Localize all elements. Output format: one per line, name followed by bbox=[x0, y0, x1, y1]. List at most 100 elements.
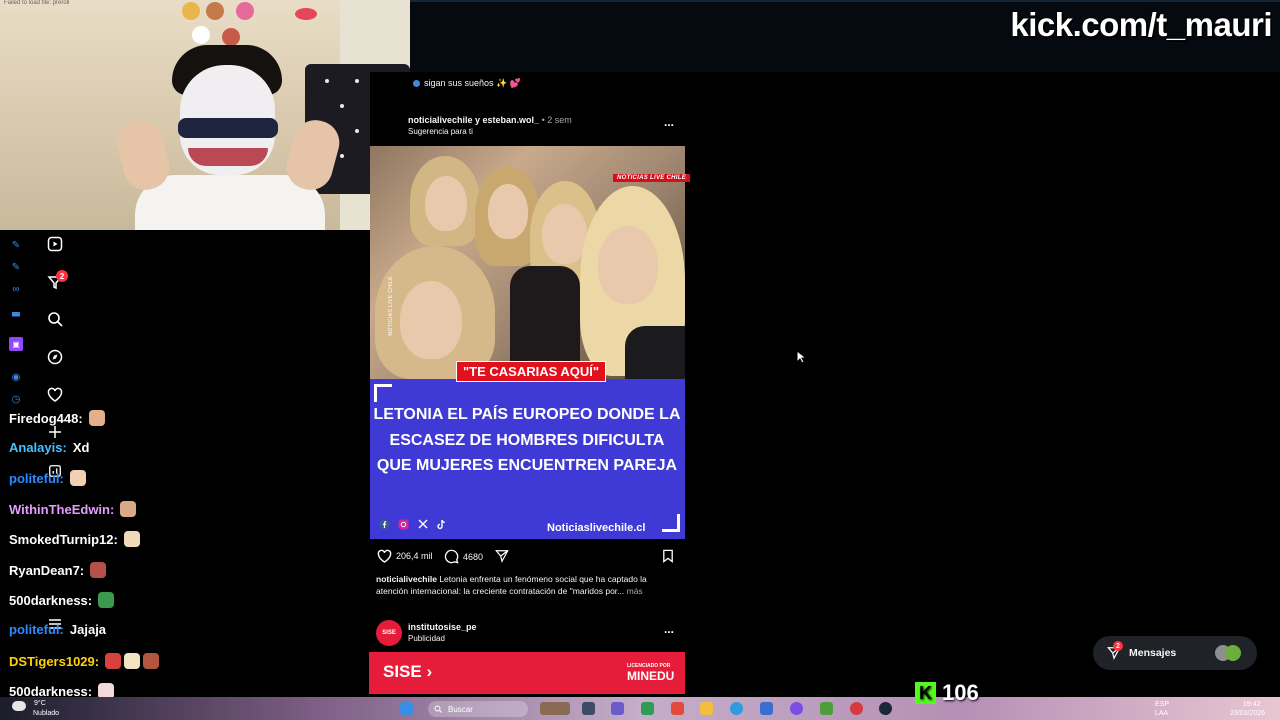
wall-sticker bbox=[236, 2, 254, 20]
chat-emote bbox=[124, 653, 141, 669]
chat-username: politeful: bbox=[9, 622, 64, 637]
taskbar-lang[interactable]: ESP bbox=[1155, 701, 1169, 708]
chat-username: Analayis: bbox=[9, 440, 67, 455]
steam-icon[interactable] bbox=[879, 702, 892, 715]
post-site: Noticiaslivechile.cl bbox=[547, 522, 646, 534]
app-icon[interactable] bbox=[820, 702, 833, 715]
search-icon[interactable] bbox=[44, 308, 66, 330]
kick-logo-icon: K bbox=[915, 682, 936, 704]
post-headline: Letonia el país europeo donde la escasez… bbox=[373, 406, 681, 474]
ad-more-icon[interactable]: ... bbox=[664, 622, 674, 636]
pin-icon[interactable]: ✎ bbox=[9, 238, 23, 252]
circle-icon[interactable]: ◉ bbox=[9, 370, 23, 384]
cloud-icon bbox=[12, 701, 26, 711]
taskbar-search[interactable]: Buscar bbox=[428, 701, 528, 717]
share-icon[interactable] bbox=[495, 549, 509, 563]
windows-taskbar bbox=[0, 697, 1280, 720]
post-suggestion: Sugerencia para ti bbox=[408, 127, 473, 136]
taskbar-search-label: Buscar bbox=[448, 704, 473, 714]
ad-label: Publicidad bbox=[408, 634, 445, 643]
chat-username: WithinTheEdwin: bbox=[9, 501, 115, 517]
folder-icon[interactable] bbox=[700, 702, 713, 715]
reels-icon[interactable] bbox=[44, 233, 66, 255]
chat-username: RyanDean7: bbox=[9, 562, 85, 578]
chat-message: 500darkness: bbox=[9, 592, 115, 608]
chat-text: Xd bbox=[72, 440, 90, 455]
chat-message: WithinTheEdwin: bbox=[9, 501, 137, 517]
like-count: 206,4 mil bbox=[396, 551, 433, 561]
chat-message: Analayis: Xd bbox=[9, 440, 89, 455]
discord-icon[interactable] bbox=[790, 702, 803, 715]
post-tagline: "TE CASARIAS AQUÍ" bbox=[456, 361, 607, 382]
post-author[interactable]: noticialivechile y esteban.wol_ bbox=[408, 115, 539, 125]
caption-more-link[interactable]: más bbox=[627, 586, 643, 596]
boat-icon[interactable]: ▃ bbox=[9, 304, 23, 318]
comment-action[interactable]: 4680 bbox=[444, 549, 483, 564]
verified-icon bbox=[413, 80, 420, 87]
windows-start-icon[interactable] bbox=[400, 702, 413, 715]
explore-icon[interactable] bbox=[44, 346, 66, 368]
chat-username: politeful: bbox=[9, 470, 64, 486]
tiktok-icon bbox=[435, 518, 447, 530]
office-icon[interactable] bbox=[671, 702, 684, 715]
teams-icon[interactable] bbox=[611, 702, 624, 715]
wall-sticker bbox=[295, 8, 317, 20]
save-icon[interactable] bbox=[662, 549, 674, 563]
frame-corner bbox=[662, 514, 680, 532]
widget-icon[interactable] bbox=[540, 702, 570, 715]
weather-desc: Nublado bbox=[33, 710, 60, 717]
story-caption-line: sigan sus sueños ✨ 💕 bbox=[413, 78, 521, 89]
chat-emote bbox=[90, 562, 107, 578]
chat-username: Firedog448: bbox=[9, 410, 83, 426]
news-tag: NOTICIAS LIVE CHILE bbox=[613, 174, 691, 182]
link-icon[interactable]: ∞ bbox=[9, 282, 23, 296]
pin-icon[interactable]: ✎ bbox=[9, 260, 23, 274]
messages-badge: 2 bbox=[1113, 641, 1123, 651]
edge-icon[interactable] bbox=[730, 702, 743, 715]
messages-button[interactable]: 2 Mensajes bbox=[1093, 636, 1257, 670]
taskbar-date: 23/03/2026 bbox=[1230, 710, 1266, 717]
chat-emote bbox=[120, 501, 137, 517]
comment-count: 4680 bbox=[463, 551, 484, 562]
viewer-count-number: 106 bbox=[942, 680, 979, 705]
twitch-icon[interactable]: ▣ bbox=[9, 337, 23, 351]
notification-badge: 2 bbox=[56, 270, 68, 282]
story-caption-text: sigan sus sueños ✨ 💕 bbox=[424, 78, 521, 88]
post-header: noticialivechile y esteban.wol_ • 2 sem bbox=[408, 115, 572, 125]
post-caption: noticialivechile Letonia enfrenta un fen… bbox=[376, 573, 681, 597]
chat-emote bbox=[88, 410, 105, 426]
heart-icon[interactable] bbox=[44, 384, 66, 406]
webcam-overlay: Failed to load file: preroll bbox=[0, 0, 410, 230]
caption-user[interactable]: noticialivechile bbox=[376, 574, 437, 584]
chat-username: DSTigers1029: bbox=[9, 653, 100, 669]
chat-message: politeful: bbox=[9, 470, 86, 486]
chat-emote bbox=[69, 470, 86, 486]
post-more-icon[interactable]: ... bbox=[664, 115, 674, 129]
chrome-icon[interactable] bbox=[850, 702, 863, 715]
taskbar-time[interactable]: 19:42 bbox=[1243, 701, 1261, 708]
streamer bbox=[110, 40, 345, 230]
task-view-icon[interactable] bbox=[582, 702, 595, 715]
image-side-text: NOTICIAS LIVE CHILE bbox=[388, 276, 394, 336]
chat-emote bbox=[123, 531, 140, 547]
chat-username: 500darkness: bbox=[9, 592, 93, 608]
clock-icon[interactable]: ◷ bbox=[9, 392, 23, 406]
wall-sticker bbox=[182, 2, 200, 20]
store-icon[interactable] bbox=[760, 702, 773, 715]
ad-brand: SISE › bbox=[383, 662, 433, 681]
wall-sticker bbox=[206, 2, 224, 20]
chat-emote bbox=[105, 653, 122, 669]
chat-message: RyanDean7: bbox=[9, 562, 107, 578]
chat-message: politeful: Jajaja bbox=[9, 622, 106, 637]
weather-temp: 9°C bbox=[34, 700, 46, 707]
chat-message: SmokedTurnip12: bbox=[9, 531, 140, 547]
ad-banner[interactable]: SISE › LICENCIADO POR MINEDU bbox=[369, 652, 685, 694]
stream-url-overlay: kick.com/t_mauri bbox=[1010, 6, 1272, 43]
avatar bbox=[1225, 645, 1241, 661]
ad-avatar[interactable]: SISE bbox=[376, 620, 402, 646]
excel-icon[interactable] bbox=[641, 702, 654, 715]
ad-account[interactable]: institutosise_pe bbox=[408, 622, 477, 632]
chat-message: DSTigers1029: bbox=[9, 653, 160, 669]
chat-message: Firedog448: bbox=[9, 410, 105, 426]
like-action[interactable]: 206,4 mil bbox=[377, 549, 433, 563]
